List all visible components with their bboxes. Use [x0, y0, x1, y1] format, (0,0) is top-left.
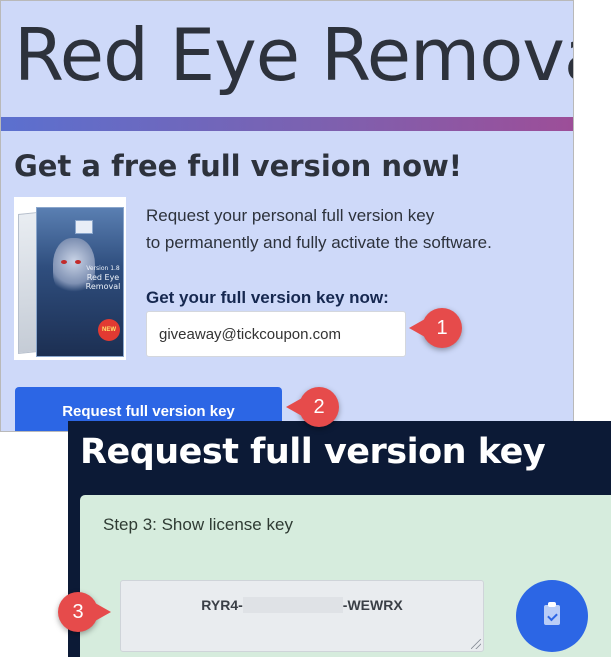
- giveaway-panel: Red Eye Removal Get a free full version …: [0, 0, 574, 432]
- callout-marker-1: 1: [409, 308, 462, 348]
- callout-marker-2: 2: [286, 387, 339, 427]
- license-dialog: Request full version key Step 3: Show li…: [68, 421, 611, 657]
- clipboard-check-icon: [544, 602, 560, 625]
- intro-line-1: Request your personal full version key: [146, 206, 435, 225]
- redacted-key-segment: [242, 597, 343, 613]
- app-icon: [75, 220, 93, 234]
- app-title: Red Eye Removal: [14, 13, 574, 97]
- license-key-prefix: RYR4-: [201, 597, 243, 613]
- dialog-title: Request full version key: [80, 432, 546, 472]
- copy-license-key-button[interactable]: [516, 580, 588, 652]
- new-badge: NEW: [98, 319, 120, 341]
- product-version: Version 1.8: [86, 265, 120, 272]
- step-card: Step 3: Show license key RYR4- -WEWRX: [80, 495, 611, 657]
- red-eye-left: [61, 260, 67, 264]
- product-name-2: Removal: [85, 282, 121, 291]
- email-field-label: Get your full version key now:: [146, 288, 389, 307]
- product-name-1: Red Eye: [86, 273, 120, 282]
- product-box-side: [18, 211, 38, 355]
- giveaway-headline: Get a free full version now!: [14, 149, 463, 183]
- license-key-text: RYR4- -WEWRX: [121, 597, 483, 613]
- product-box-label: Version 1.8 Red Eye Removal: [81, 264, 125, 291]
- intro-text: Request your personal full version key t…: [146, 202, 566, 256]
- license-key-suffix: -WEWRX: [342, 597, 403, 613]
- product-box-image: Version 1.8 Red Eye Removal NEW: [14, 197, 126, 360]
- step-label: Step 3: Show license key: [103, 515, 293, 534]
- intro-line-2: to permanently and fully activate the so…: [146, 233, 492, 252]
- resize-grip-icon[interactable]: [471, 639, 481, 649]
- title-divider: [1, 117, 573, 131]
- callout-marker-3: 3: [58, 592, 111, 632]
- license-key-textarea[interactable]: RYR4- -WEWRX: [120, 580, 484, 652]
- email-field[interactable]: [146, 311, 406, 357]
